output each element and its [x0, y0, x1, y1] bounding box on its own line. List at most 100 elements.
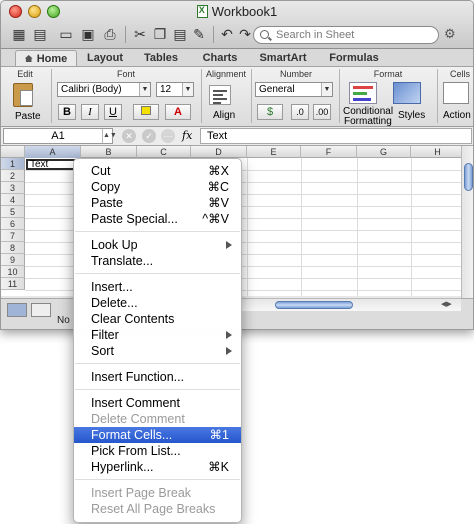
search-input[interactable]: Search in Sheet	[253, 26, 439, 44]
tab-charts[interactable]: Charts	[194, 50, 246, 66]
menu-item-paste[interactable]: Paste ⌘V	[74, 195, 241, 211]
column-header-a[interactable]: A	[25, 146, 81, 158]
row-header-9[interactable]: 9	[1, 254, 25, 266]
italic-button[interactable]: I	[81, 104, 99, 120]
tab-formulas[interactable]: Formulas	[323, 50, 385, 66]
underline-button[interactable]: U	[104, 104, 122, 120]
menu-item-cut[interactable]: Cut ⌘X	[74, 163, 241, 179]
increase-decimal-button[interactable]: .00	[313, 104, 331, 120]
menu-item-clear-contents[interactable]: Clear Contents	[74, 311, 241, 327]
column-header-d[interactable]: D	[191, 146, 247, 158]
currency-icon: $	[266, 106, 274, 118]
cell-styles-icon[interactable]	[393, 82, 421, 104]
column-header-g[interactable]: G	[357, 146, 411, 158]
tab-tables[interactable]: Tables	[135, 50, 187, 66]
menu-shortcut: ⌘C	[207, 180, 229, 194]
number-format-select[interactable]: General ▼	[255, 82, 333, 97]
gear-icon[interactable]: ⚙	[444, 26, 456, 42]
row-header-2[interactable]: 2	[1, 170, 25, 182]
row-header-3[interactable]: 3	[1, 182, 25, 194]
decrease-decimal-button[interactable]: .0	[291, 104, 309, 120]
column-header-e[interactable]: E	[247, 146, 301, 158]
row-header-6[interactable]: 6	[1, 218, 25, 230]
column-header-c[interactable]: C	[137, 146, 191, 158]
row-header-8[interactable]: 8	[1, 242, 25, 254]
open-folder-icon[interactable]: ▭	[57, 26, 75, 43]
scroll-arrows-icon[interactable]: ◀▶	[441, 300, 452, 308]
menu-item-format-cells[interactable]: Format Cells... ⌘1	[74, 427, 241, 443]
toolbar-divider	[125, 26, 126, 43]
align-button-label[interactable]: Align	[213, 110, 235, 121]
redo-icon[interactable]: ↷	[236, 26, 254, 43]
styles-label[interactable]: Styles	[398, 110, 425, 121]
actions-label[interactable]: Action	[443, 110, 471, 121]
row-header-1[interactable]: 1	[1, 158, 25, 170]
menu-item-insert-comment[interactable]: Insert Comment	[74, 395, 241, 411]
column-header-h[interactable]: H	[411, 146, 461, 158]
save-icon[interactable]: ▣	[79, 26, 97, 43]
format-painter-icon[interactable]: ✎	[190, 26, 208, 43]
cell-a1[interactable]: Text	[26, 159, 80, 170]
menu-item-sort[interactable]: Sort	[74, 343, 241, 359]
horizontal-scrollbar[interactable]	[241, 298, 461, 311]
menu-item-translate[interactable]: Translate...	[74, 253, 241, 269]
bold-button[interactable]: B	[58, 104, 76, 120]
row-header-10[interactable]: 10	[1, 266, 25, 278]
chevron-down-icon: ▼	[321, 83, 332, 96]
row-header-11[interactable]: 11	[1, 278, 25, 290]
font-size-select[interactable]: 12 ▼	[156, 82, 194, 97]
menu-item-look-up[interactable]: Look Up	[74, 237, 241, 253]
column-header-f[interactable]: F	[301, 146, 357, 158]
confirm-entry-icon[interactable]: ✓	[142, 129, 156, 143]
ribbon-home: Edit Font Alignment Number Format Cells …	[1, 67, 473, 127]
cell-actions-icon[interactable]	[443, 82, 469, 104]
select-all-corner[interactable]	[1, 146, 25, 158]
cut-icon[interactable]: ✂	[131, 26, 149, 43]
conditional-formatting-icon[interactable]	[349, 82, 377, 104]
print-icon[interactable]: ⎙	[101, 26, 119, 43]
search-icon	[260, 30, 269, 39]
undo-icon[interactable]: ↶	[218, 26, 236, 43]
row-header-4[interactable]: 4	[1, 194, 25, 206]
submenu-arrow-icon	[226, 241, 232, 249]
currency-format-button[interactable]: $	[257, 104, 283, 120]
insert-function-icon[interactable]: fx	[182, 129, 192, 142]
page-layout-view-button[interactable]	[31, 303, 51, 317]
fill-color-button[interactable]	[133, 104, 159, 120]
conditional-formatting-label-line2[interactable]: Formatting	[344, 116, 392, 127]
menu-item-hyperlink[interactable]: Hyperlink... ⌘K	[74, 459, 241, 475]
copy-icon[interactable]: ❐	[151, 26, 169, 43]
row-header-5[interactable]: 5	[1, 206, 25, 218]
menu-item-insert[interactable]: Insert...	[74, 279, 241, 295]
tab-smartart[interactable]: SmartArt	[253, 50, 313, 66]
vertical-scrollbar[interactable]	[461, 146, 473, 298]
menu-item-paste-special[interactable]: Paste Special... ^⌘V	[74, 211, 241, 227]
normal-view-button[interactable]	[7, 303, 27, 317]
menu-item-insert-function[interactable]: Insert Function...	[74, 369, 241, 385]
formula-options-icon[interactable]: ⋯	[161, 129, 175, 143]
menu-label: Delete...	[91, 296, 138, 310]
menu-item-pick-from-list[interactable]: Pick From List...	[74, 443, 241, 459]
formula-input[interactable]: Text	[200, 128, 472, 144]
paste-button-label[interactable]: Paste	[15, 111, 41, 122]
cancel-entry-icon[interactable]: ✕	[122, 129, 136, 143]
home-icon	[24, 55, 33, 62]
clipboard-icon[interactable]	[13, 83, 33, 107]
horizontal-scroll-thumb[interactable]	[275, 301, 353, 309]
font-name-select[interactable]: Calibri (Body) ▼	[57, 82, 151, 97]
new-workbook-icon[interactable]: ▦	[10, 26, 28, 43]
template-gallery-icon[interactable]: ▤	[31, 26, 49, 43]
paste-icon[interactable]: ▤	[171, 26, 189, 43]
align-icon[interactable]	[209, 85, 231, 105]
menu-item-delete[interactable]: Delete...	[74, 295, 241, 311]
tab-layout[interactable]: Layout	[81, 50, 129, 66]
font-color-button[interactable]: A	[165, 104, 191, 120]
vertical-scroll-thumb[interactable]	[464, 163, 473, 191]
column-header-b[interactable]: B	[81, 146, 137, 158]
row-header-7[interactable]: 7	[1, 230, 25, 242]
name-box[interactable]: A1 ▲▼	[3, 128, 117, 144]
menu-item-filter[interactable]: Filter	[74, 327, 241, 343]
tab-home[interactable]: Home	[15, 50, 77, 66]
menu-item-copy[interactable]: Copy ⌘C	[74, 179, 241, 195]
menu-separator	[75, 231, 240, 232]
